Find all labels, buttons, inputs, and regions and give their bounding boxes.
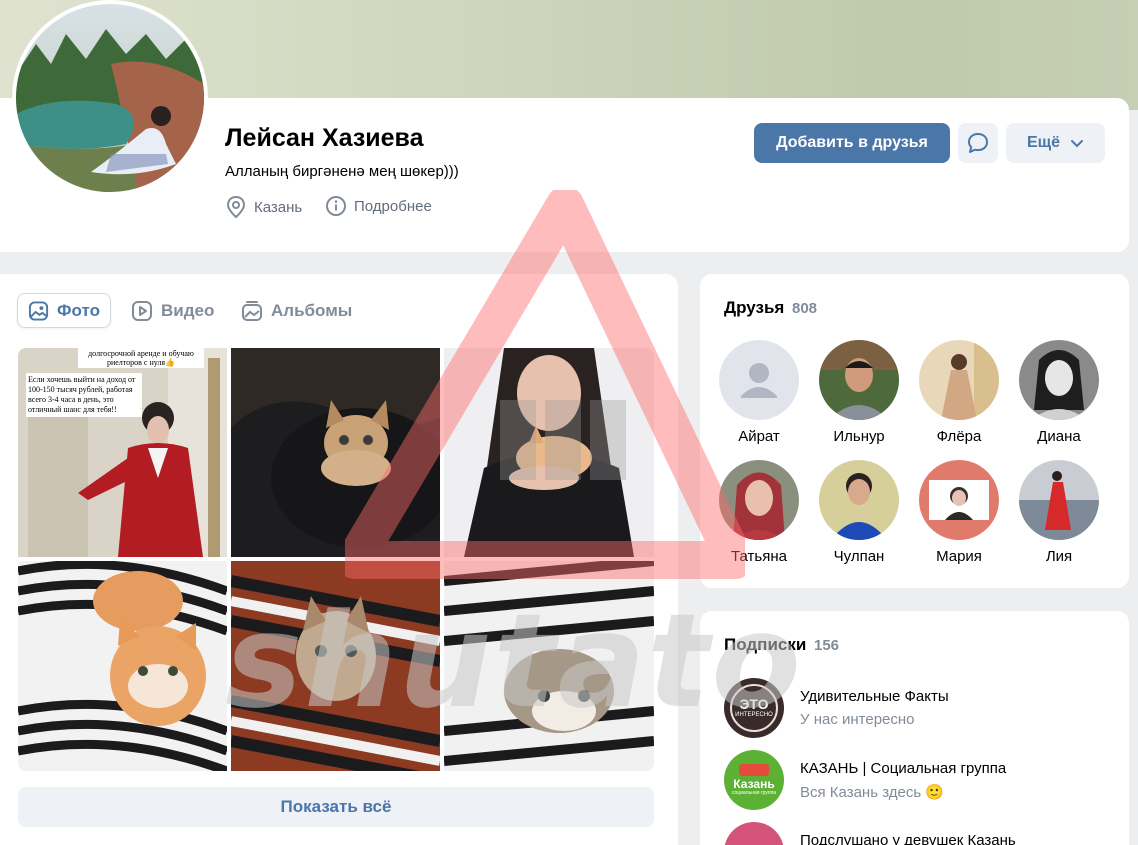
photo-caption-top: долгосрочной аренде и обучаю риелторов с… (78, 348, 204, 368)
profile-avatar[interactable] (12, 0, 208, 196)
group-title: Подслушано у девушек Казань (800, 832, 1016, 845)
profile-name: Лейсан Хазиева (225, 124, 424, 152)
subscription-item[interactable]: Подслушано у девушек Казань (724, 822, 1016, 845)
friend-name: Лия (1045, 548, 1073, 565)
group-title: КАЗАНЬ | Социальная группа (800, 759, 1007, 777)
profile-details-link[interactable]: Подробнее (325, 195, 432, 217)
friend-avatar (719, 340, 799, 420)
subscription-item[interactable]: ЭТО ИНТЕРЕСНО Удивительные Факты У нас и… (724, 678, 949, 738)
group-logo-subtext: ИНТЕРЕСНО (735, 712, 773, 718)
friend-name: Татьяна (731, 548, 787, 565)
photo-item[interactable] (444, 561, 654, 771)
group-logo-text: ЭТО (739, 696, 769, 712)
group-logo-subtext: социальная группа (731, 790, 777, 796)
friends-count: 808 (792, 300, 818, 317)
friend-avatar (719, 460, 799, 540)
friend-item[interactable]: Чулпан (819, 460, 899, 565)
friend-item[interactable]: Ильнур (819, 340, 899, 445)
profile-status: Алланың биргәненә мең шөкер))) (225, 163, 459, 180)
friend-avatar (919, 340, 999, 420)
album-icon (242, 300, 262, 321)
profile-city[interactable]: Казань (225, 195, 302, 219)
group-logo-text: Казань (733, 777, 775, 791)
more-button[interactable]: Ещё (1006, 123, 1105, 163)
show-all-photos-button[interactable]: Показать всё (18, 787, 654, 827)
friend-avatar (819, 340, 899, 420)
friend-item[interactable]: Лия (1019, 460, 1099, 565)
photo-item[interactable] (444, 348, 654, 557)
chevron-down-icon (1071, 140, 1084, 148)
subscriptions-title[interactable]: Подписки (724, 635, 806, 655)
profile-details-label: Подробнее (354, 197, 432, 215)
group-avatar: ЭТО ИНТЕРЕСНО (724, 678, 784, 738)
message-bubble-icon (968, 133, 988, 153)
group-avatar: Казань социальная группа (724, 750, 784, 810)
friends-title[interactable]: Друзья (724, 298, 784, 318)
friend-name: Айрат (738, 428, 780, 445)
group-title: Удивительные Факты (800, 688, 949, 705)
friend-item[interactable]: Диана (1019, 340, 1099, 445)
group-description: У нас интересно (800, 711, 915, 728)
location-pin-icon (226, 195, 246, 219)
photo-item[interactable] (231, 561, 440, 771)
photo-item[interactable]: долгосрочной аренде и обучаю риелторов с… (18, 348, 227, 557)
friend-name: Ильнур (833, 428, 885, 445)
friend-avatar (819, 460, 899, 540)
info-icon (326, 196, 346, 216)
tab-albums[interactable]: Альбомы (231, 293, 362, 328)
more-button-label: Ещё (1026, 134, 1061, 151)
tab-photos-label: Фото (57, 300, 100, 320)
tab-videos-label: Видео (161, 300, 215, 320)
tab-videos[interactable]: Видео (121, 293, 224, 328)
tab-albums-label: Альбомы (271, 300, 353, 320)
photo-item[interactable] (231, 348, 440, 557)
add-friend-button[interactable]: Добавить в друзья (754, 123, 950, 163)
friend-avatar (1019, 460, 1099, 540)
group-avatar (724, 822, 784, 845)
friend-item[interactable]: Мария (919, 460, 999, 565)
video-icon (132, 300, 152, 321)
tab-photos[interactable]: Фото (17, 293, 111, 328)
friend-item[interactable]: Татьяна (719, 460, 799, 565)
photo-caption-main: Если хочешь выйти на доход от 100-150 ты… (26, 373, 142, 417)
subscription-item[interactable]: Казань социальная группа КАЗАНЬ | Социал… (724, 750, 1006, 810)
profile-city-label: Казань (254, 198, 303, 216)
friend-name: Мария (936, 548, 982, 565)
photo-icon (28, 300, 49, 321)
friend-item[interactable]: Флёра (919, 340, 999, 445)
message-button[interactable] (958, 123, 998, 163)
friend-name: Диана (1037, 428, 1081, 445)
friend-name: Чулпан (833, 548, 885, 565)
friend-avatar (919, 460, 999, 540)
group-description: Вся Казань здесь 🙂 (800, 783, 944, 801)
friend-name: Флёра (936, 428, 982, 445)
subscriptions-count: 156 (814, 637, 840, 654)
friend-avatar (1019, 340, 1099, 420)
friend-item[interactable]: Айрат (719, 340, 799, 445)
photo-item[interactable] (18, 561, 227, 771)
